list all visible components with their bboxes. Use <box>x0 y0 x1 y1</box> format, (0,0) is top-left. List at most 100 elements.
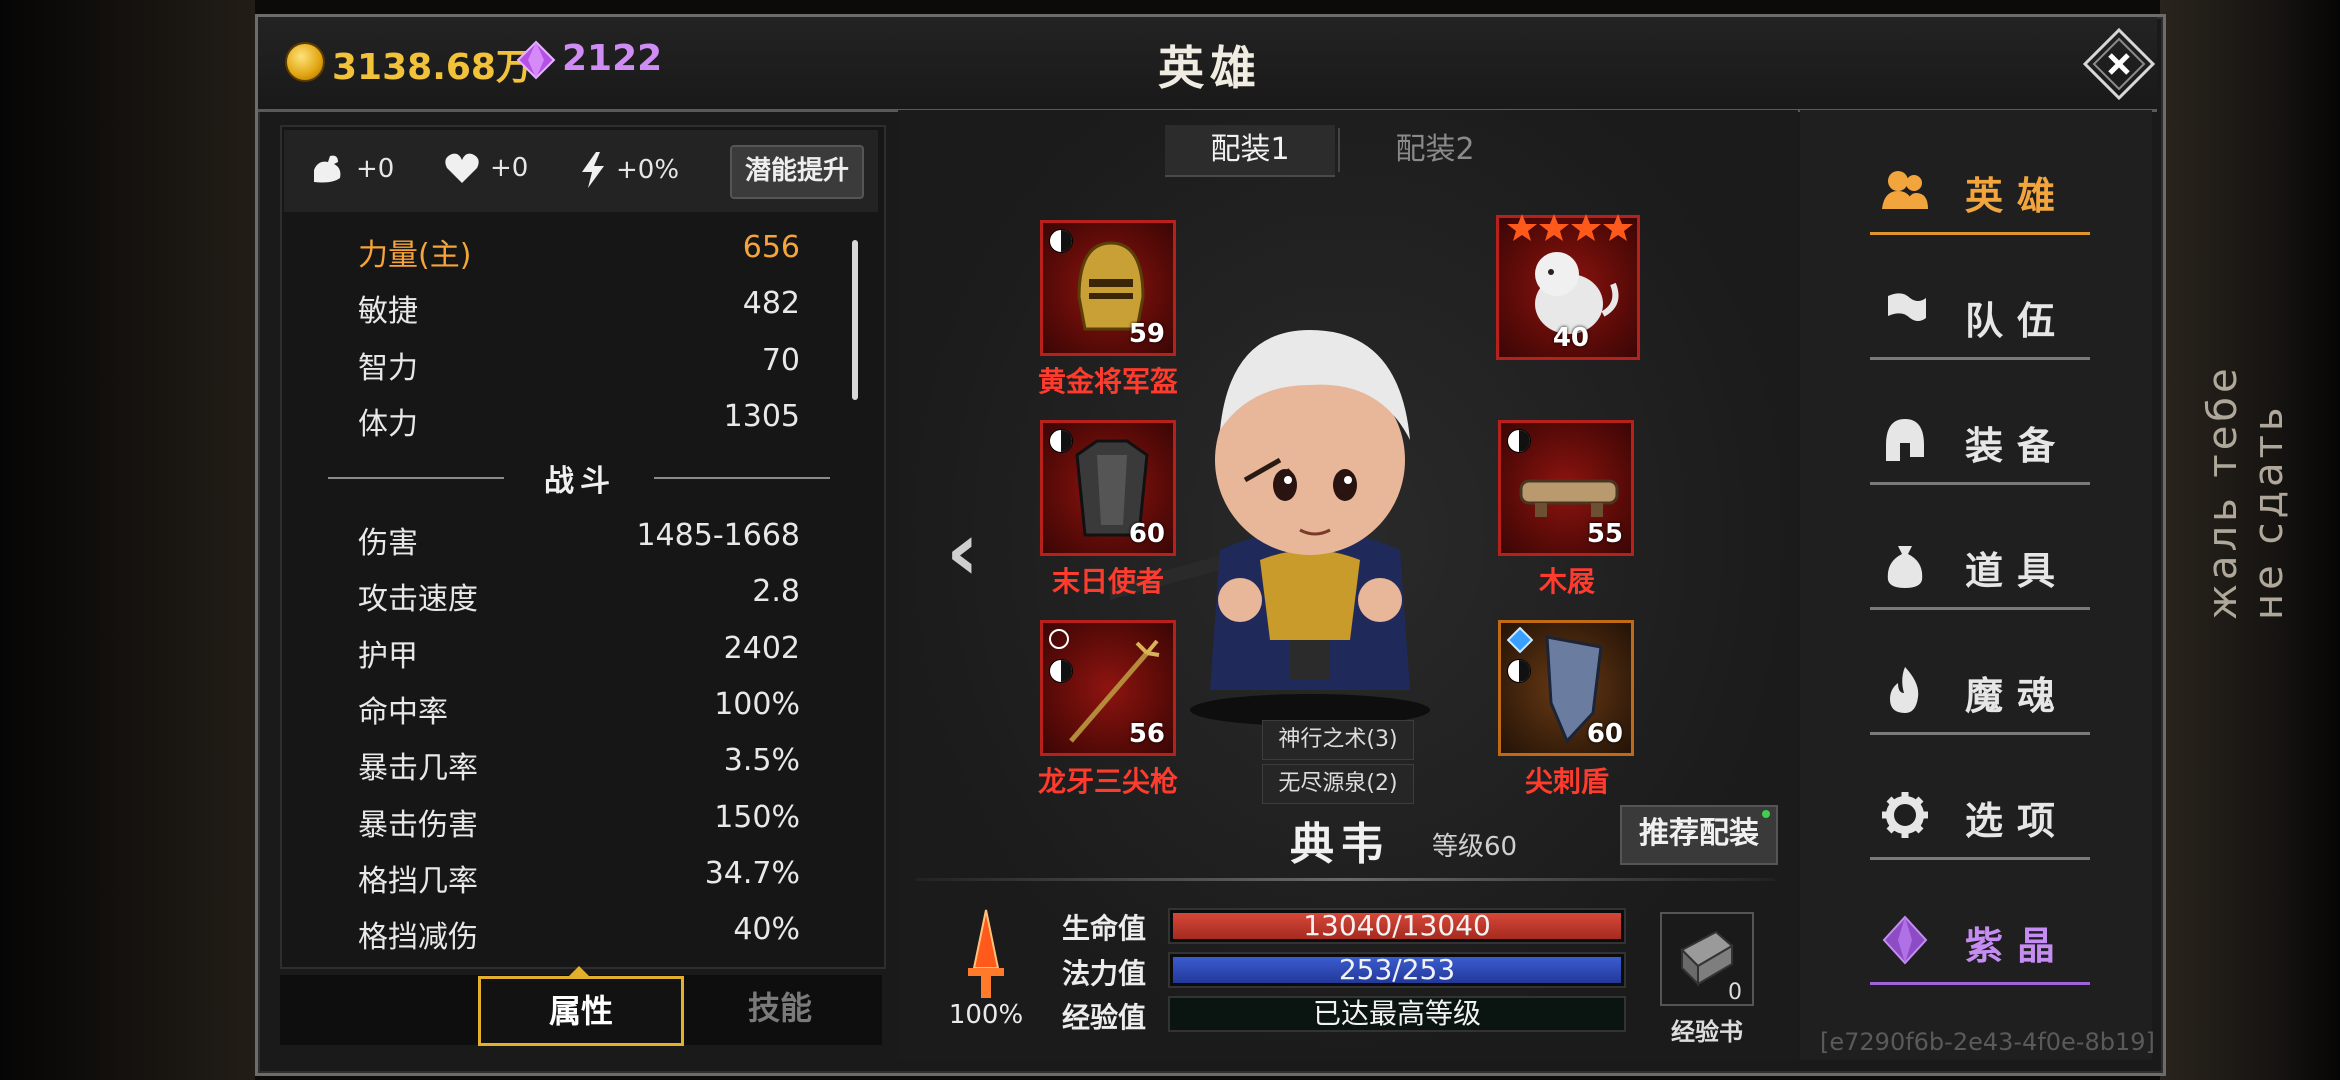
nav-underline <box>1870 232 2090 235</box>
stat-value: 1305 <box>723 399 800 434</box>
nav-underline <box>1870 482 2090 485</box>
nav-item-options[interactable]: 选项 <box>1850 770 2100 860</box>
nav-item-crystal[interactable]: 紫晶 <box>1850 895 2100 985</box>
background-left <box>0 0 255 1080</box>
set-bonus-2[interactable]: 无尽源泉(2) <box>1262 764 1414 804</box>
stat-label: 伤害 <box>358 526 418 561</box>
stat-label: 命中率 <box>358 695 448 730</box>
stat-value: 2.8 <box>752 574 800 609</box>
stat-value: 70 <box>761 343 800 378</box>
nav-underline <box>1870 357 2090 360</box>
stat-label: 格挡几率 <box>358 864 478 899</box>
hp-label: 生命值 <box>1062 912 1147 945</box>
tab-attributes[interactable]: 属性 <box>478 976 684 1046</box>
equip-name-shield: 尖刺盾 <box>1524 765 1609 798</box>
item-level: 56 <box>1128 719 1165 749</box>
xp-bar: 已达最高等级 <box>1168 996 1626 1032</box>
item-level: 60 <box>1586 719 1623 749</box>
xp-value: 已达最高等级 <box>1312 997 1481 1030</box>
item-level: 59 <box>1128 319 1165 349</box>
xp-label: 经验值 <box>1062 1001 1147 1034</box>
bag-icon <box>1887 546 1923 588</box>
divider <box>915 878 1775 881</box>
gem-icon <box>516 40 556 80</box>
item-level: 60 <box>1128 519 1165 549</box>
background-overlay-text: жаль тебе не сдать <box>2200 364 2292 620</box>
equip-slot-boots[interactable]: 55 <box>1498 420 1634 556</box>
exp-book-count: 0 <box>1728 980 1742 1005</box>
equip-slot-pet[interactable]: 40 <box>1496 214 1640 360</box>
loadout-tab-1[interactable]: 配装1 <box>1165 125 1335 177</box>
combat-power-sword-icon <box>968 909 1004 998</box>
nav-underline <box>1870 857 2090 860</box>
nav-item-soul[interactable]: 魔魂 <box>1850 645 2100 735</box>
mp-bar: 253/253 <box>1168 952 1626 988</box>
stats-scrollbar[interactable] <box>852 240 858 400</box>
lightning-icon <box>582 152 604 188</box>
equip-name-weapon: 龙牙三尖枪 <box>1037 765 1178 798</box>
stat-value: 1485-1668 <box>636 518 800 553</box>
equip-name-helmet: 黄金将军盔 <box>1037 365 1178 398</box>
equip-slot-weapon[interactable]: 56 <box>1040 620 1176 756</box>
equip-name-armor: 末日使者 <box>1051 565 1164 598</box>
tab-skills[interactable]: 技能 <box>720 976 840 1040</box>
stat-value: 656 <box>742 230 800 265</box>
item-level: 55 <box>1586 519 1623 549</box>
recommend-loadout-button[interactable]: 推荐配装 <box>1620 805 1778 865</box>
item-level: 40 <box>1552 323 1589 353</box>
mp-value: 253/253 <box>1338 953 1456 986</box>
stat-value: 482 <box>742 286 800 321</box>
combat-section-title: 战斗 <box>544 464 616 499</box>
stat-label: 格挡减伤 <box>358 920 478 955</box>
hp-value: 13040/13040 <box>1303 909 1491 942</box>
equip-slot-armor[interactable]: 60 <box>1040 420 1176 556</box>
blue-gem-socket-icon <box>1507 627 1533 653</box>
mp-label: 法力值 <box>1062 957 1147 990</box>
hero-icon <box>1882 171 1928 209</box>
stat-value: 34.7% <box>704 856 800 891</box>
exp-book-label: 经验书 <box>1671 1018 1743 1046</box>
stat-label: 智力 <box>358 351 418 386</box>
stat-label: 暴击伤害 <box>358 808 478 843</box>
wooden-clogs-icon <box>1519 479 1619 517</box>
stat-value: 150% <box>714 800 800 835</box>
hp-bar: 13040/13040 <box>1168 908 1626 944</box>
divider <box>1338 128 1340 172</box>
equip-slot-helmet[interactable]: 59 <box>1040 220 1176 356</box>
health-bonus: +0 <box>444 152 528 184</box>
notification-dot <box>1762 810 1770 818</box>
crystal-icon <box>1882 915 1928 965</box>
yin-yang-icon <box>1507 429 1531 453</box>
stat-label: 力量(主) <box>358 238 472 273</box>
yin-yang-icon <box>1507 659 1531 683</box>
equip-name-boots: 木屐 <box>1538 565 1595 598</box>
set-bonus-1[interactable]: 神行之术(3) <box>1262 720 1414 760</box>
nav-underline <box>1870 982 2090 985</box>
stat-value: 3.5% <box>723 743 800 778</box>
gold-coin-icon <box>285 42 325 82</box>
close-icon[interactable] <box>2082 27 2156 101</box>
hero-level: 等级60 <box>1432 832 1518 862</box>
nav-underline <box>1870 607 2090 610</box>
previous-hero-arrow[interactable]: ‹ <box>946 505 979 598</box>
stat-label: 暴击几率 <box>358 751 478 786</box>
stat-label: 敏捷 <box>358 294 418 329</box>
nav-item-team[interactable]: 队伍 <box>1850 270 2100 360</box>
nav-underline <box>1870 732 2090 735</box>
potential-upgrade-button[interactable]: 潜能提升 <box>730 145 864 199</box>
nav-item-hero[interactable]: 英雄 <box>1850 145 2100 235</box>
equip-slot-shield[interactable]: 60 <box>1498 620 1634 756</box>
tab-caret <box>569 966 589 976</box>
stat-label: 护甲 <box>358 639 418 674</box>
divider <box>654 477 830 479</box>
stat-label: 体力 <box>358 407 418 442</box>
helmet-icon <box>1886 419 1924 461</box>
stat-value: 100% <box>714 687 800 722</box>
loadout-tab-2[interactable]: 配装2 <box>1350 125 1520 175</box>
nav-item-items[interactable]: 道具 <box>1850 520 2100 610</box>
nav-item-equipment[interactable]: 装备 <box>1850 395 2100 485</box>
page-title: 英雄 <box>1158 41 1262 95</box>
hero-name: 典韦 <box>1290 819 1390 870</box>
gem-amount: 2122 <box>562 38 663 79</box>
heart-icon <box>445 153 479 183</box>
